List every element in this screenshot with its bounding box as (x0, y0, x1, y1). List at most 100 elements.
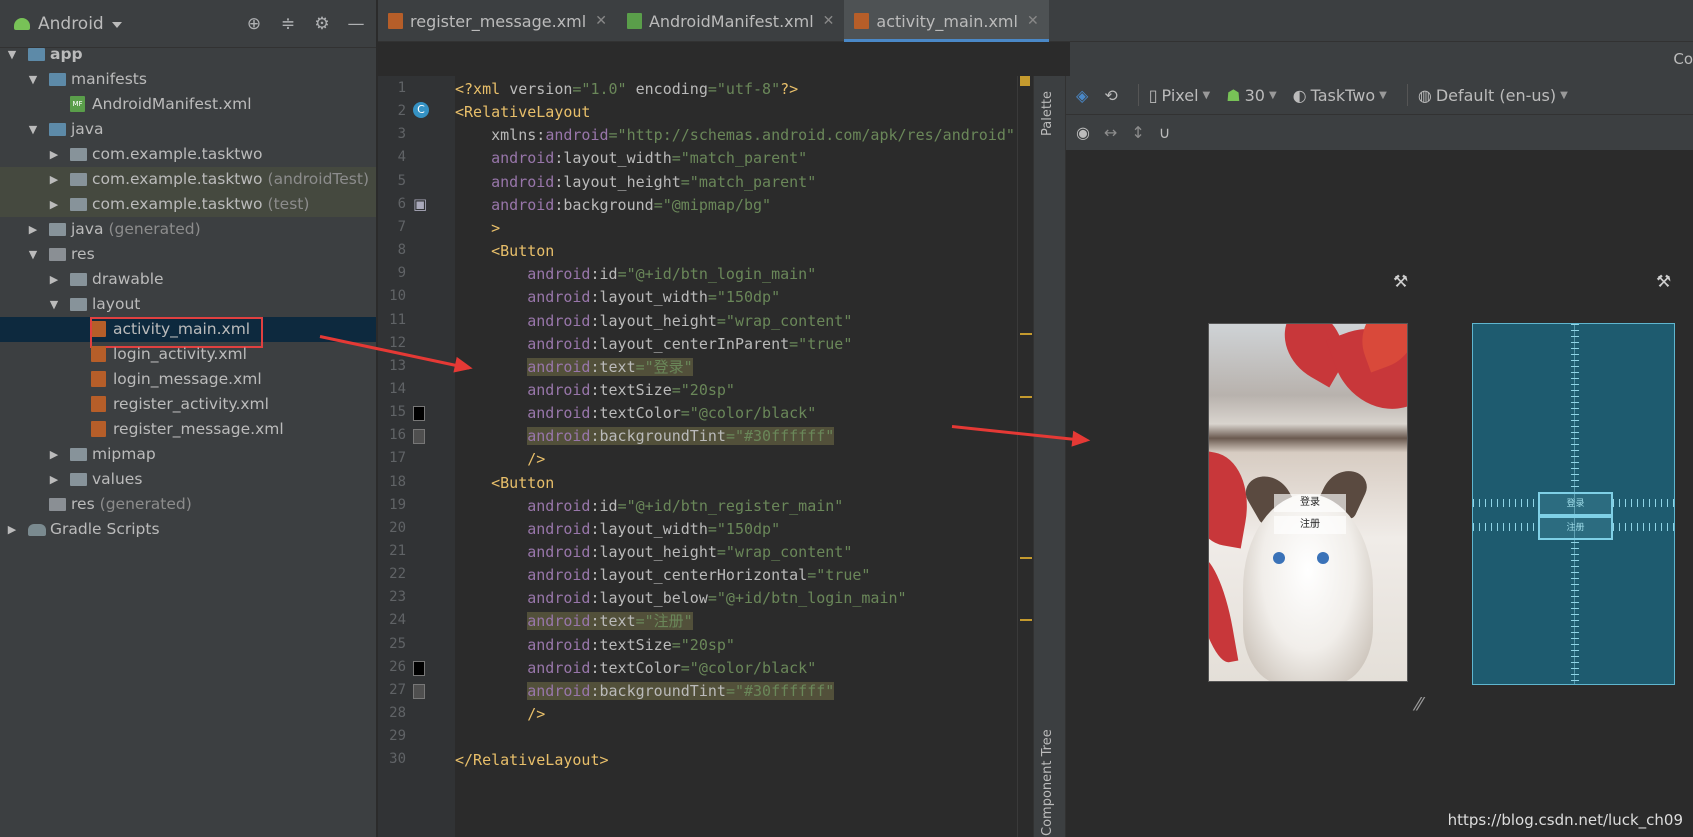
tree-item[interactable]: register_activity.xml (0, 392, 376, 417)
blueprint-register-button[interactable]: 注册 (1538, 516, 1613, 540)
wrench-icon[interactable]: ⚒ (1656, 272, 1671, 292)
horizontal-arrows-icon[interactable]: ↔ (1104, 123, 1117, 142)
device-selector[interactable]: ▯ Pixel ▼ (1149, 86, 1211, 105)
resize-handle-icon[interactable]: ⁄⁄ (1416, 694, 1422, 715)
code-line[interactable]: android:layout_width="150dp" (455, 518, 780, 540)
editor-tab[interactable]: activity_main.xml ✕ (844, 0, 1049, 42)
layers-icon[interactable]: ◈ (1076, 86, 1088, 105)
tree-item[interactable]: ▶ java (generated) (0, 217, 376, 242)
warning-marker[interactable] (1020, 76, 1030, 86)
chevron-right-icon[interactable]: ▶ (48, 142, 60, 167)
orientation-icon[interactable]: ⟲ (1104, 86, 1117, 105)
project-view-selector[interactable]: Android (38, 14, 104, 34)
chevron-right-icon[interactable]: ▶ (27, 217, 39, 242)
chevron-down-icon[interactable]: ▼ (27, 117, 39, 142)
highlight-marker[interactable] (1020, 396, 1032, 398)
tree-item[interactable]: ▶ Gradle Scripts (0, 517, 376, 542)
highlight-marker[interactable] (1020, 557, 1032, 559)
code-line[interactable]: > (455, 217, 500, 239)
tree-item[interactable]: login_message.xml (0, 367, 376, 392)
preview-register-button[interactable]: 注册 (1274, 516, 1346, 534)
locate-icon[interactable]: ⊕ (244, 14, 264, 34)
code-line[interactable]: android:layout_height="wrap_content" (455, 541, 852, 563)
theme-selector[interactable]: ◐ TaskTwo ▼ (1293, 86, 1387, 105)
palette-tab[interactable]: Palette (1040, 91, 1055, 136)
code-line[interactable]: android:backgroundTint="#30ffffff" (455, 425, 835, 447)
code-line[interactable]: xmlns:android="http://schemas.android.co… (455, 124, 1015, 146)
gear-icon[interactable]: ⚙ (312, 14, 332, 34)
locale-selector[interactable]: ◍ Default (en-us) ▼ (1418, 86, 1568, 105)
chevron-down-icon[interactable] (111, 21, 122, 28)
highlight-marker[interactable] (1020, 333, 1032, 335)
code-line[interactable]: android:layout_height="wrap_content" (455, 310, 852, 332)
code-line[interactable]: android:layout_below="@+id/btn_login_mai… (455, 587, 906, 609)
code-line[interactable]: android:layout_centerHorizontal="true" (455, 564, 870, 586)
code-line[interactable]: android:layout_height="match_parent" (455, 171, 816, 193)
chevron-right-icon[interactable]: ▶ (48, 167, 60, 192)
hide-icon[interactable]: — (346, 14, 366, 34)
editor-tab[interactable]: AndroidManifest.xml ✕ (617, 0, 844, 42)
close-icon[interactable]: ✕ (1027, 13, 1039, 29)
chevron-right-icon[interactable]: ▶ (48, 267, 60, 292)
magnet-icon[interactable]: ∪ (1159, 123, 1171, 142)
collapse-all-icon[interactable]: ≑ (278, 14, 298, 34)
code-line[interactable]: android:textSize="20sp" (455, 379, 735, 401)
wrench-icon[interactable]: ⚒ (1393, 272, 1408, 292)
chevron-down-icon[interactable]: ▼ (27, 242, 39, 267)
code-line[interactable]: <?xml version="1.0" encoding="utf-8"?> (455, 78, 798, 100)
code-line[interactable]: <RelativeLayout (455, 101, 590, 123)
code-line[interactable]: android:text="注册" (455, 610, 693, 632)
code-line[interactable]: android:textSize="20sp" (455, 634, 735, 656)
close-icon[interactable]: ✕ (595, 13, 607, 29)
chevron-right-icon[interactable]: ▶ (6, 517, 18, 542)
vertical-arrows-icon[interactable]: ↕ (1131, 123, 1144, 142)
tree-item[interactable]: ▶ com.example.tasktwo (0, 142, 376, 167)
code-line[interactable]: android:textColor="@color/black" (455, 657, 816, 679)
tree-item[interactable]: ▼ manifests (0, 67, 376, 92)
code-line[interactable]: <Button (455, 240, 554, 262)
tree-item[interactable]: register_message.xml (0, 417, 376, 442)
tree-item[interactable]: ▶ values (0, 467, 376, 492)
tree-item[interactable]: ▼ app (0, 42, 376, 67)
chevron-down-icon[interactable]: ▼ (27, 67, 39, 92)
tree-item[interactable]: activity_main.xml (0, 317, 376, 348)
code-line[interactable]: android:text="登录" (455, 356, 693, 378)
tree-item[interactable]: res (generated) (0, 492, 376, 517)
code-line[interactable]: android:id="@+id/btn_register_main" (455, 495, 843, 517)
blueprint-login-button[interactable]: 登录 (1538, 492, 1613, 516)
chevron-right-icon[interactable]: ▶ (48, 442, 60, 467)
code-line[interactable]: android:layout_centerInParent="true" (455, 333, 852, 355)
tree-item[interactable]: ▶ mipmap (0, 442, 376, 467)
code-line[interactable]: android:backgroundTint="#30ffffff" (455, 680, 835, 702)
code-split-mode-label[interactable]: Co (1673, 50, 1693, 68)
code-editor[interactable]: <?xml version="1.0" encoding="utf-8"?> <R… (455, 76, 1032, 837)
code-line[interactable]: /> (455, 703, 545, 725)
editor-tab[interactable]: register_message.xml ✕ (378, 0, 617, 42)
chevron-right-icon[interactable]: ▶ (48, 467, 60, 492)
tree-item[interactable]: ▼ layout (0, 292, 376, 317)
code-line[interactable]: android:id="@+id/btn_login_main" (455, 263, 816, 285)
tree-item[interactable]: ▼ java (0, 117, 376, 142)
tree-item[interactable]: login_activity.xml (0, 342, 376, 367)
code-line[interactable]: </RelativeLayout> (455, 749, 609, 771)
editor-scrollbar[interactable] (1017, 76, 1033, 837)
preview-login-button[interactable]: 登录 (1274, 494, 1346, 512)
chevron-down-icon[interactable]: ▼ (48, 292, 60, 317)
highlight-marker[interactable] (1020, 619, 1032, 621)
code-line[interactable]: android:background="@mipmap/bg" (455, 194, 771, 216)
tree-item[interactable]: MF AndroidManifest.xml (0, 92, 376, 117)
component-tree-tab[interactable]: Component Tree (1040, 729, 1055, 836)
code-line[interactable]: android:layout_width="150dp" (455, 286, 780, 308)
code-line[interactable]: <Button (455, 472, 554, 494)
api-selector[interactable]: ☗ 30 ▼ (1226, 86, 1276, 105)
blueprint-preview[interactable]: 登录 注册 (1472, 323, 1675, 685)
tree-item[interactable]: ▼ res (0, 242, 376, 267)
chevron-right-icon[interactable]: ▶ (48, 192, 60, 217)
code-line[interactable]: android:textColor="@color/black" (455, 402, 816, 424)
chevron-down-icon[interactable]: ▼ (6, 42, 18, 67)
close-icon[interactable]: ✕ (823, 13, 835, 29)
layout-preview[interactable]: 登录 注册 (1208, 323, 1408, 682)
code-line[interactable]: /> (455, 448, 545, 470)
code-line[interactable]: android:layout_width="match_parent" (455, 147, 807, 169)
tree-item[interactable]: ▶ com.example.tasktwo (test) (0, 192, 376, 217)
